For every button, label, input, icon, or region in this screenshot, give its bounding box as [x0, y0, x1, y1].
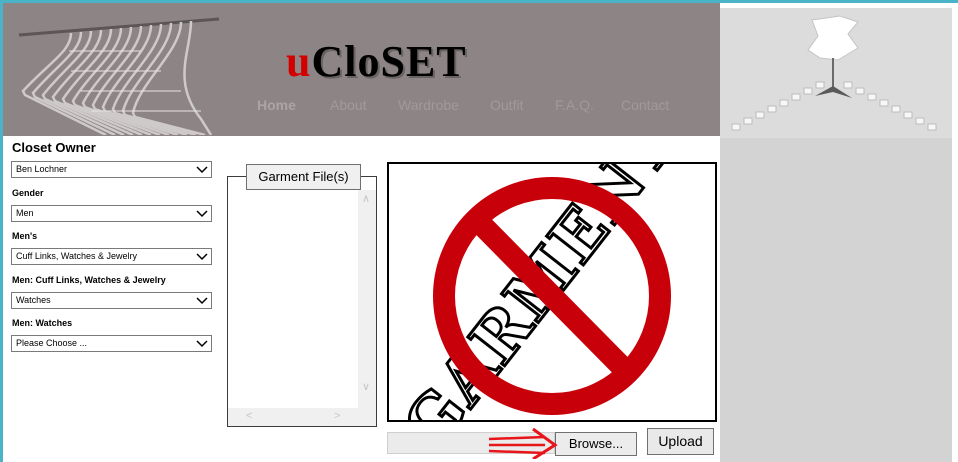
site-header: uCloSET Home About Wardrobe Outfit F.A.Q… — [3, 3, 720, 136]
nav-faq[interactable]: F.A.Q. — [555, 97, 594, 113]
nav-outfit[interactable]: Outfit — [490, 97, 523, 113]
hangers-image — [18, 17, 220, 135]
chevron-down-icon — [196, 166, 208, 174]
closet-owner-label: Closet Owner — [12, 140, 96, 155]
subcategory-label: Men: Cuff Links, Watches & Jewelry — [12, 275, 166, 285]
annotation-arrow-icon — [488, 427, 558, 459]
subcategory-select[interactable]: Watches — [11, 292, 212, 309]
nav-home[interactable]: Home — [257, 97, 296, 113]
category-label: Men's — [12, 231, 38, 241]
upload-button[interactable]: Upload — [647, 428, 714, 455]
category-value: Cuff Links, Watches & Jewelry — [16, 251, 138, 261]
scroll-down-icon[interactable]: ∨ — [362, 382, 370, 393]
chevron-down-icon — [196, 210, 208, 218]
scrollbar-corner — [358, 408, 376, 426]
nav-about[interactable]: About — [330, 97, 367, 113]
garment-files-list[interactable] — [227, 176, 377, 427]
scroll-up-icon[interactable]: ∧ — [362, 194, 370, 205]
chevron-down-icon — [196, 297, 208, 305]
vertical-scrollbar[interactable]: ∧ ∨ — [358, 190, 376, 408]
gender-label: Gender — [12, 188, 44, 198]
right-sidebar — [720, 8, 952, 462]
item-label: Men: Watches — [12, 318, 73, 328]
mannequin-illustration — [731, 15, 937, 131]
nav-wardrobe[interactable]: Wardrobe — [398, 97, 459, 113]
garment-preview: GARMENT — [387, 162, 717, 422]
closet-owner-select[interactable]: Ben Lochner — [11, 161, 212, 178]
scroll-right-icon[interactable]: > — [334, 411, 340, 422]
logo-part-closet: CloSET — [311, 37, 467, 86]
gender-select[interactable]: Men — [11, 205, 212, 222]
no-garment-image: GARMENT — [389, 164, 695, 420]
subcategory-value: Watches — [16, 295, 51, 305]
item-select[interactable]: Please Choose ... — [11, 335, 212, 352]
item-value: Please Choose ... — [16, 338, 88, 348]
nav-contact[interactable]: Contact — [621, 97, 669, 113]
browse-button[interactable]: Browse... — [555, 432, 637, 456]
logo-part-u: u — [286, 37, 312, 86]
site-logo[interactable]: uCloSET — [286, 37, 467, 87]
chevron-down-icon — [196, 253, 208, 261]
scroll-left-icon[interactable]: < — [246, 411, 252, 422]
garment-files-button[interactable]: Garment File(s) — [246, 164, 361, 190]
gender-value: Men — [16, 208, 34, 218]
category-select[interactable]: Cuff Links, Watches & Jewelry — [11, 248, 212, 265]
horizontal-scrollbar[interactable]: < > — [228, 408, 358, 426]
chevron-down-icon — [196, 340, 208, 348]
closet-owner-value: Ben Lochner — [16, 164, 68, 174]
